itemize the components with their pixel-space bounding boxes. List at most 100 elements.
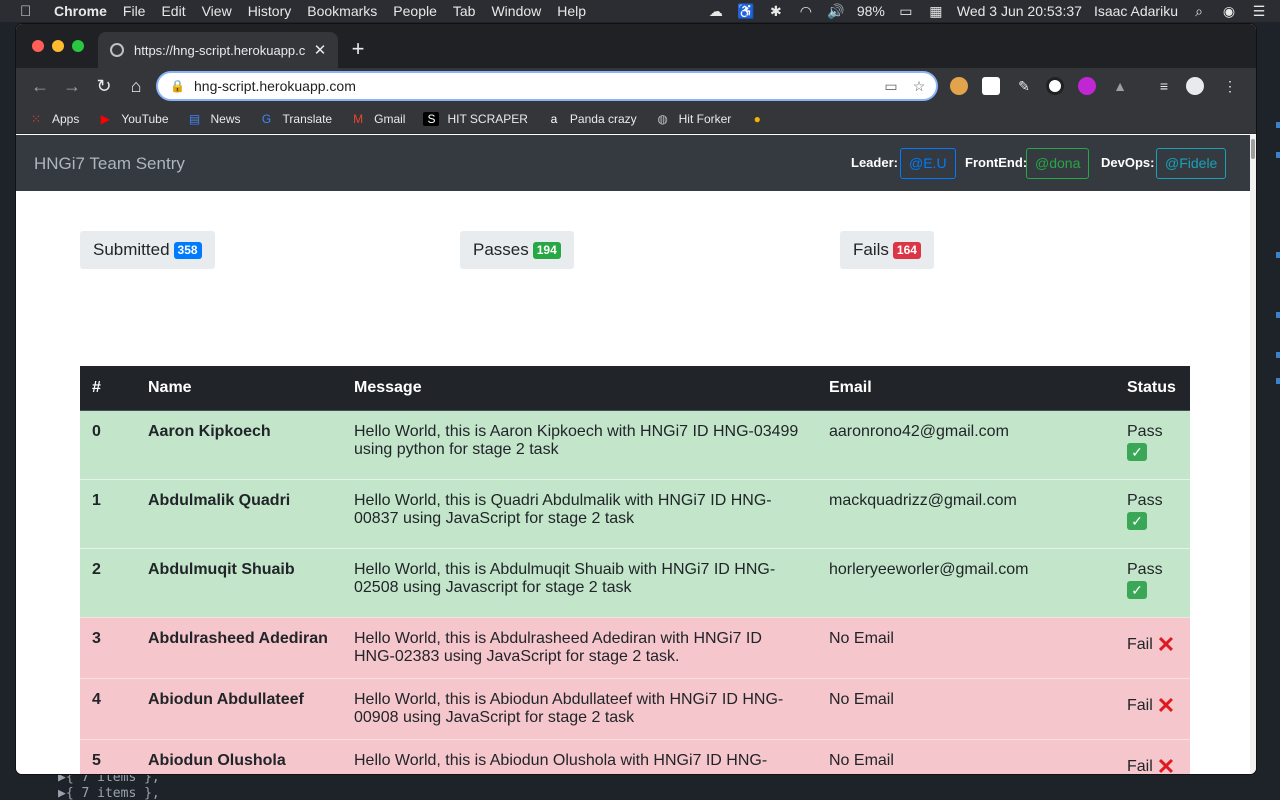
clock[interactable]: Wed 3 Jun 20:53:37 (957, 3, 1082, 19)
extension-drive-icon[interactable]: ▲ (1110, 76, 1130, 96)
submitted-stat[interactable]: Submitted 358 (80, 231, 215, 269)
extension-owl-icon[interactable] (950, 77, 968, 95)
editor-marker (1276, 252, 1280, 258)
row-index: 4 (80, 677, 136, 739)
row-message: Hello World, this is Abiodun Abdullateef… (342, 677, 817, 739)
address-bar[interactable]: 🔒 hng-script.herokuapp.com ▭ ☆ (156, 71, 938, 101)
bookmark-apps[interactable]: ⁙ Apps (28, 112, 79, 126)
menu-edit[interactable]: Edit (161, 3, 185, 19)
extension-w-icon[interactable] (1046, 77, 1064, 95)
header-email: Email (817, 366, 1115, 411)
lock-icon[interactable]: 🔒 (170, 79, 185, 93)
extension-eyedropper-icon[interactable]: ✎ (1014, 76, 1034, 96)
user-name[interactable]: Isaac Adariku (1094, 3, 1178, 19)
row-email: horleryeeworler@gmail.com (817, 547, 1115, 617)
bookmark-panda-crazy[interactable]: a Panda crazy (546, 112, 637, 126)
bookmark-hit-forker[interactable]: ◍ Hit Forker (655, 111, 732, 126)
bookmark-label: Hit Forker (678, 111, 732, 126)
row-index: 2 (80, 547, 136, 617)
bookmark-translate[interactable]: G Translate (259, 111, 332, 126)
accessibility-icon: ● (753, 111, 761, 126)
extension-tab-icon[interactable] (982, 77, 1000, 95)
amazon-icon: a (550, 111, 558, 126)
bookmark-news[interactable]: ▤ News (187, 112, 241, 126)
back-arrow-icon[interactable]: ← (28, 74, 52, 98)
table-row: 2 Abdulmuqit Shuaib Hello World, this is… (80, 547, 1190, 617)
status-text: Pass (1127, 560, 1163, 578)
row-message: Hello World, this is Aaron Kipkoech with… (342, 409, 817, 479)
editor-marker (1276, 122, 1280, 128)
macos-menu-bar:  Chrome File Edit View History Bookmark… (0, 0, 1280, 22)
translate-icon: G (261, 111, 272, 126)
bookmark-gmail[interactable]: M Gmail (350, 112, 405, 126)
editor-marker (1276, 152, 1280, 158)
menu-history[interactable]: History (248, 3, 292, 19)
apps-grid-icon: ⁙ (30, 111, 42, 126)
bookmark-label: News (210, 111, 241, 126)
bookmark-label: HIT SCRAPER (447, 111, 528, 126)
calendar-icon[interactable]: ▦ (927, 3, 945, 20)
accessibility-icon[interactable]: ♿ (737, 3, 755, 20)
reload-icon[interactable]: ↻ (92, 74, 116, 98)
passes-count-badge: 194 (532, 241, 561, 259)
browser-toolbar: ← → ↻ ⌂ 🔒 hng-script.herokuapp.com ▭ ☆ ✎… (16, 68, 1256, 104)
menu-window[interactable]: Window (491, 3, 541, 19)
desktop-right-edge (1256, 22, 1280, 774)
devops-handle-button[interactable]: @Fidele (1156, 148, 1227, 179)
site-brand[interactable]: HNGi7 Team Sentry (34, 154, 185, 174)
page-scrollbar[interactable] (1250, 135, 1256, 774)
bookmark-youtube[interactable]: ▶ YouTube (97, 112, 169, 126)
home-icon[interactable]: ⌂ (124, 74, 148, 98)
spotlight-search-icon[interactable]: ⌕ (1190, 3, 1208, 20)
fails-stat[interactable]: Fails 164 (840, 231, 934, 269)
browser-tab[interactable]: https://hng-script.herokuapp.c ✕ (98, 32, 338, 68)
bluetooth-icon[interactable]: ✱ (767, 3, 785, 20)
notification-center-icon[interactable]: ☰ (1250, 3, 1268, 20)
passes-stat[interactable]: Passes 194 (460, 231, 574, 269)
wifi-icon[interactable]: ◠ (797, 3, 815, 20)
check-mark-icon: ✓ (1127, 580, 1147, 599)
hit-scraper-icon: S (423, 111, 440, 126)
bookmark-accessibility[interactable]: ● (749, 112, 773, 126)
tab-title: https://hng-script.herokuapp.c (134, 42, 306, 58)
battery-icon[interactable]: ▭ (897, 3, 915, 20)
frontend-handle-button[interactable]: @dona (1026, 148, 1090, 179)
volume-icon[interactable]: 🔊 (827, 3, 845, 20)
status-text: Pass (1127, 491, 1163, 509)
menu-help[interactable]: Help (557, 3, 586, 19)
cast-icon[interactable]: ▭ (880, 78, 902, 95)
url-text[interactable]: hng-script.herokuapp.com (194, 78, 880, 94)
row-status: Pass ✓ (1115, 547, 1190, 617)
close-window-button[interactable] (32, 40, 44, 52)
media-controls-icon[interactable]: ≡ (1154, 76, 1174, 96)
row-message: Hello World, this is Abdulmuqit Shuaib w… (342, 547, 817, 617)
menu-tab[interactable]: Tab (453, 3, 476, 19)
scrollbar-thumb[interactable] (1251, 139, 1255, 159)
profile-avatar[interactable] (1186, 77, 1204, 95)
close-tab-icon[interactable]: ✕ (310, 41, 330, 59)
bookmark-star-icon[interactable]: ☆ (908, 78, 930, 95)
fullscreen-window-button[interactable] (72, 40, 84, 52)
menu-chrome[interactable]: Chrome (54, 3, 107, 19)
header-index: # (80, 366, 136, 411)
menu-view[interactable]: View (202, 3, 232, 19)
cloud-upload-icon[interactable]: ☁ (707, 3, 725, 20)
apple-menu-icon[interactable]:  (20, 3, 40, 20)
menu-bookmarks[interactable]: Bookmarks (307, 3, 377, 19)
forward-arrow-icon[interactable]: → (60, 74, 84, 98)
leader-handle-button[interactable]: @E.U (900, 148, 956, 179)
menu-people[interactable]: People (393, 3, 437, 19)
menu-file[interactable]: File (123, 3, 146, 19)
header-status: Status (1115, 366, 1190, 411)
new-tab-button[interactable]: + (346, 38, 370, 62)
status-text: Fail (1127, 757, 1153, 774)
minimize-window-button[interactable] (52, 40, 64, 52)
siri-icon[interactable]: ◉ (1220, 3, 1238, 20)
gmail-icon: M (353, 111, 364, 126)
row-name: Abdulmuqit Shuaib (136, 547, 342, 617)
bookmark-hit-scraper[interactable]: S HIT SCRAPER (423, 111, 528, 126)
menu-dots-icon[interactable]: ⋮ (1220, 76, 1240, 96)
extension-purple-icon[interactable] (1078, 77, 1096, 95)
row-name: Abdulmalik Quadri (136, 478, 342, 548)
row-message: Hello World, this is Abdulrasheed Adedir… (342, 616, 817, 678)
